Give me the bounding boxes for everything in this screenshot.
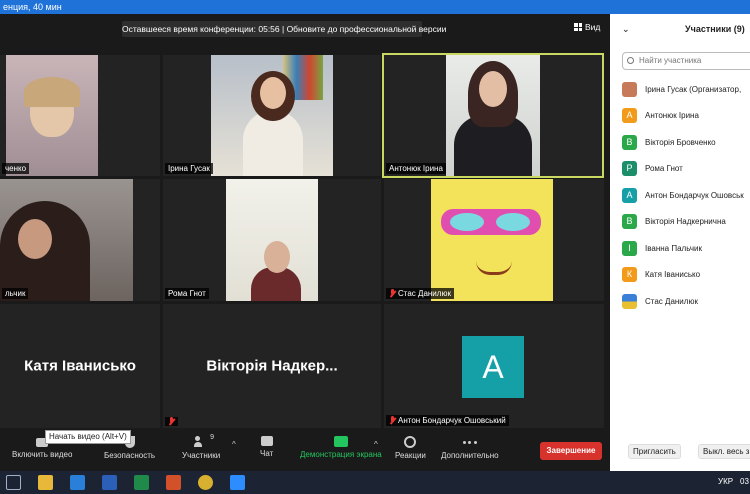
- reactions-button[interactable]: Реакции: [395, 436, 426, 460]
- avatar: В: [622, 214, 637, 230]
- chat-button[interactable]: Чат: [260, 436, 273, 458]
- view-button[interactable]: Вид: [574, 22, 600, 32]
- participants-panel: ⌄ Участники (9) Найти участника Ірина Гу…: [610, 14, 750, 471]
- collapse-chevron-icon[interactable]: ⌄: [622, 14, 630, 44]
- grid-icon: [574, 23, 582, 31]
- clock[interactable]: 03: [740, 476, 749, 488]
- profile-picture: [431, 179, 553, 301]
- participants-options-caret[interactable]: ^: [232, 440, 236, 449]
- participant-name-tag: Стас Данилюк: [386, 288, 454, 299]
- invite-button[interactable]: Пригласить: [628, 444, 681, 459]
- share-screen-icon: [333, 436, 348, 447]
- sunglasses-lens: [496, 213, 530, 231]
- video-tile[interactable]: Вікторія Надкер...: [163, 304, 381, 428]
- more-button[interactable]: Дополнительно: [441, 436, 499, 460]
- participant-list-item[interactable]: К Катя Іванисько: [622, 262, 750, 289]
- participant-hair: [24, 77, 80, 107]
- search-icon: [627, 57, 634, 64]
- store-icon[interactable]: [70, 475, 85, 490]
- participant-list-item[interactable]: Р Рома Гнот: [622, 156, 750, 183]
- end-meeting-button[interactable]: Завершение: [540, 442, 602, 460]
- muted-mic-icon: [389, 416, 396, 425]
- video-tile-active-speaker[interactable]: Антонюк Ірина: [382, 53, 604, 178]
- windows-taskbar: УКР 03: [0, 471, 750, 494]
- participants-count: 9: [210, 434, 215, 441]
- video-stage: ченко Ірина Гусак Антонюк Ірина льчик Ро…: [0, 14, 610, 431]
- participant-avatar: A: [462, 336, 524, 398]
- word-icon[interactable]: [102, 475, 117, 490]
- people-icon: 9: [194, 434, 214, 448]
- participant-name-tag: льчик: [2, 288, 29, 299]
- avatar: К: [622, 267, 637, 283]
- participant-name-tag: Антонюк Ірина: [386, 163, 446, 174]
- participant-name-tag: Ірина Гусак: [165, 163, 213, 174]
- video-tile[interactable]: A Антон Бондарчук Ошовський: [384, 304, 604, 428]
- avatar: А: [622, 187, 637, 203]
- chat-icon: [260, 436, 273, 446]
- video-tile[interactable]: Стас Данилюк: [384, 179, 604, 301]
- muted-mic-icon: [389, 289, 396, 298]
- video-tile[interactable]: Рома Гнот: [163, 179, 381, 301]
- video-tile[interactable]: льчик: [0, 179, 160, 301]
- chrome-icon[interactable]: [198, 475, 213, 490]
- mute-all-button[interactable]: Выкл. весь зв: [698, 444, 750, 459]
- muted-mic-icon: [168, 417, 175, 426]
- zoom-app-icon[interactable]: [230, 475, 245, 490]
- participant-list-item[interactable]: В Вікторія Надкернична: [622, 209, 750, 236]
- video-tooltip: Начать видео (Alt+V): [45, 430, 131, 444]
- video-tile[interactable]: ченко: [0, 55, 160, 176]
- participant-face: [18, 219, 52, 259]
- window-title-bar: енция, 40 мин: [0, 0, 750, 14]
- participant-display-name: Катя Іванисько: [24, 357, 136, 375]
- participant-list-item[interactable]: І Іванна Пальчик: [622, 235, 750, 262]
- sunglasses-lens: [450, 213, 484, 231]
- share-screen-button[interactable]: Демонстрация экрана: [300, 436, 382, 459]
- participant-face: [479, 71, 507, 107]
- participant-list-item[interactable]: А Антон Бондарчук Ошовськ: [622, 182, 750, 209]
- avatar: Р: [622, 161, 637, 177]
- avatar: В: [622, 134, 637, 150]
- avatar: [622, 81, 637, 97]
- excel-icon[interactable]: [134, 475, 149, 490]
- window-title: енция, 40 мин: [3, 2, 62, 12]
- video-tile[interactable]: Катя Іванисько: [0, 304, 160, 428]
- participant-name-tag: [165, 417, 178, 426]
- time-remaining-banner[interactable]: Оставшееся время конференции: 05:56 | Об…: [122, 21, 446, 37]
- participant-search-input[interactable]: Найти участника: [622, 52, 750, 70]
- more-icon: [462, 436, 477, 448]
- participant-list-item[interactable]: Стас Данилюк: [622, 288, 750, 315]
- participants-panel-header: ⌄ Участники (9): [610, 14, 750, 44]
- avatar: А: [622, 108, 637, 124]
- participant-list-item[interactable]: В Вікторія Бровченко: [622, 129, 750, 156]
- participant-face: [260, 77, 286, 109]
- participant-list-item[interactable]: Ірина Гусак (Организатор,: [622, 76, 750, 103]
- participants-panel-title: Участники (9): [685, 24, 745, 34]
- keyboard-language[interactable]: УКР: [718, 476, 733, 488]
- participant-name-tag: ченко: [2, 163, 30, 174]
- file-explorer-icon[interactable]: [38, 475, 53, 490]
- participant-name-tag: Антон Бондарчук Ошовський: [386, 415, 509, 426]
- participant-list-item[interactable]: А Антонюк Ірина: [622, 103, 750, 130]
- avatar: [622, 293, 637, 309]
- powerpoint-icon[interactable]: [166, 475, 181, 490]
- smiley-icon: [404, 436, 417, 448]
- participants-button[interactable]: 9 Участники: [182, 434, 220, 460]
- participants-list: Ірина Гусак (Организатор, А Антонюк Ірина…: [622, 76, 750, 315]
- participant-face: [264, 241, 290, 273]
- avatar: І: [622, 240, 637, 256]
- participant-name-tag: Рома Гнот: [165, 288, 209, 299]
- start-menu-icon[interactable]: [6, 475, 21, 490]
- share-options-caret[interactable]: ^: [374, 440, 378, 449]
- participant-display-name: Вікторія Надкер...: [206, 357, 338, 375]
- video-tile[interactable]: Ірина Гусак: [163, 55, 381, 176]
